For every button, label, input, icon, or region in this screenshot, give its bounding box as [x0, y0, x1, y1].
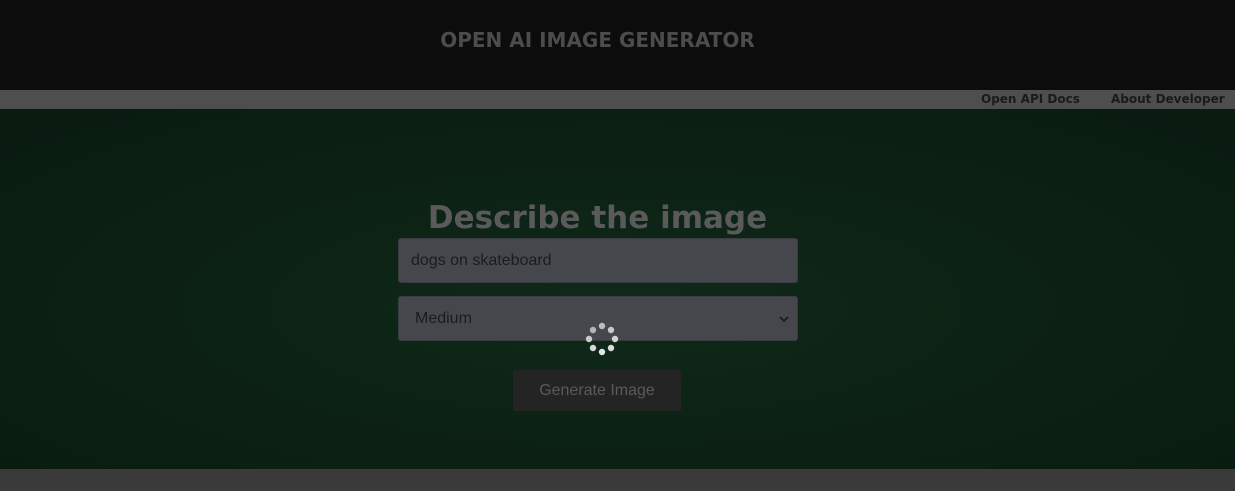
generate-image-button[interactable]: Generate Image: [513, 370, 681, 411]
showcase-section: Describe the image Medium Generate Image: [0, 109, 1235, 469]
page-heading: Describe the image: [427, 199, 768, 236]
prompt-input[interactable]: [398, 238, 798, 283]
site-header: OPEN AI IMAGE GENERATOR: [0, 0, 1235, 90]
site-title: OPEN AI IMAGE GENERATOR: [440, 28, 755, 52]
nav-link-api-docs[interactable]: Open API Docs: [981, 92, 1080, 106]
site-footer: [0, 469, 1235, 491]
chevron-down-icon: [779, 312, 789, 326]
nav-link-about-developer[interactable]: About Developer: [1111, 92, 1225, 106]
top-navbar: Open API Docs About Developer: [0, 90, 1235, 109]
spinner-icon: [584, 321, 620, 357]
size-select-value: Medium: [415, 309, 472, 327]
